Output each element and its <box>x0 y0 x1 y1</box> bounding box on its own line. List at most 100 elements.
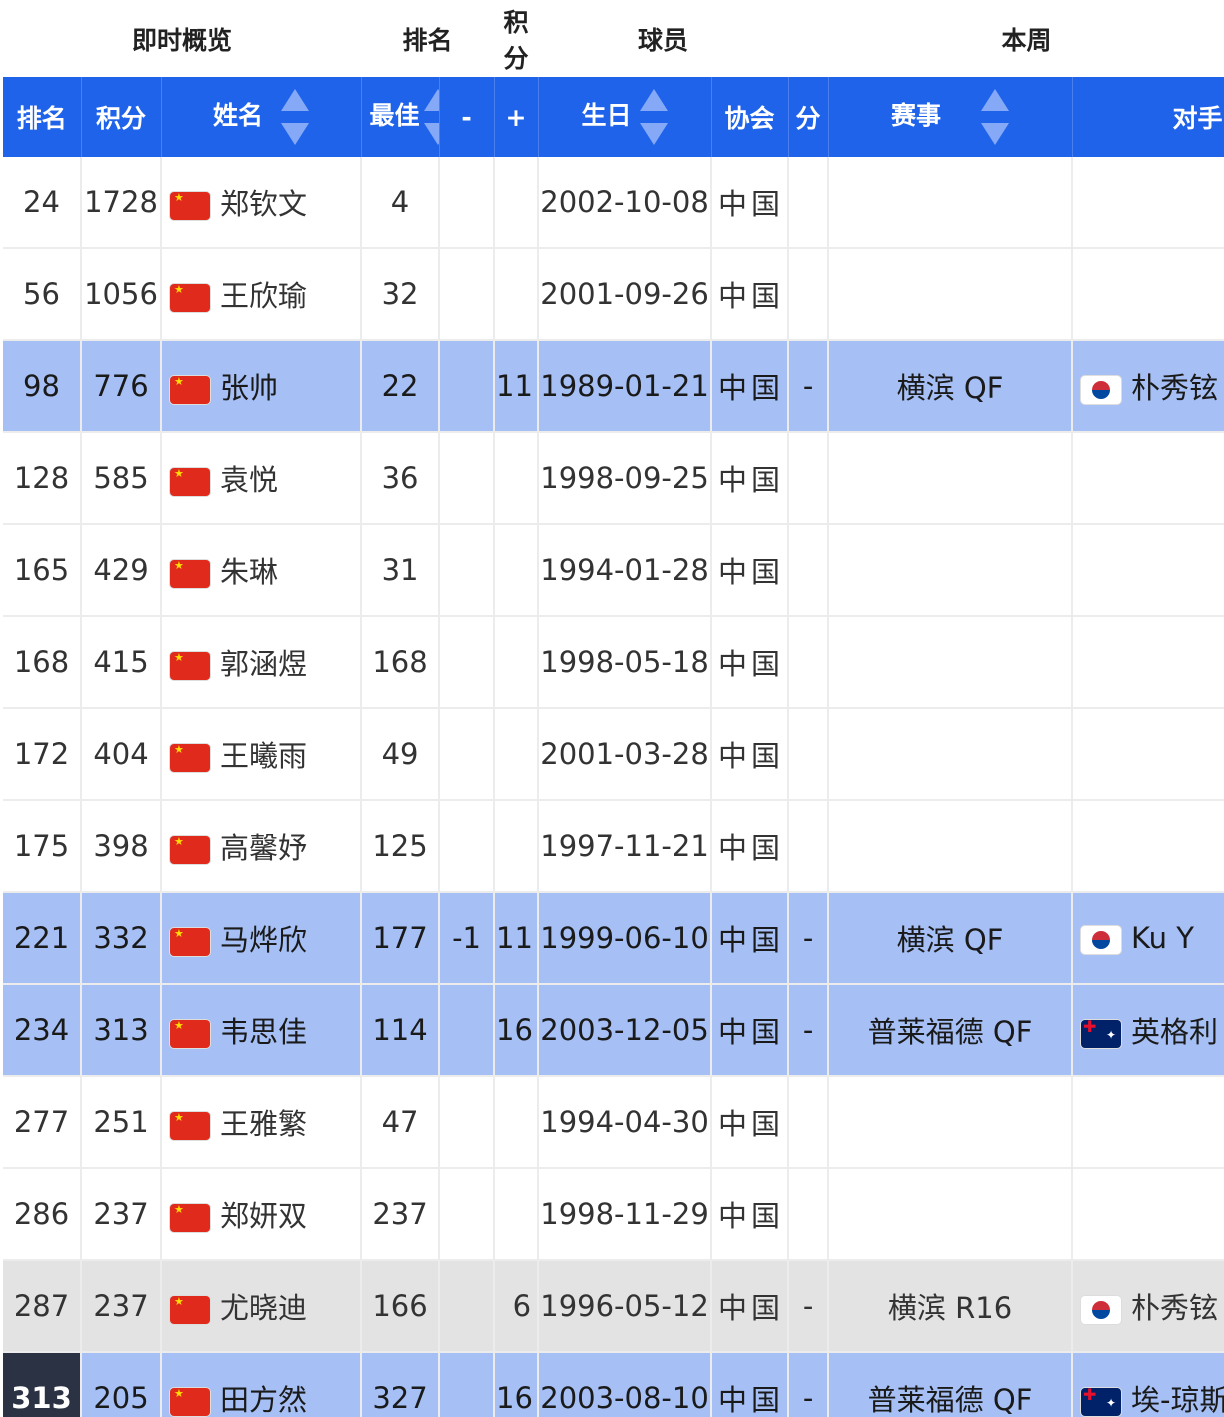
opponent-cell: 朴秀铉 <box>1072 1260 1224 1353</box>
column-birthday[interactable]: 生日 <box>538 77 712 157</box>
china-flag-icon <box>170 1112 210 1140</box>
minus-cell <box>439 340 496 433</box>
name-cell[interactable]: 王欣瑜 <box>161 248 363 341</box>
player-name[interactable]: 王曦雨 <box>220 739 307 773</box>
sort-icon[interactable] <box>639 89 668 145</box>
column-plus[interactable]: + <box>494 77 539 157</box>
points-cell: 237 <box>81 1260 162 1353</box>
sort-icon[interactable] <box>281 89 310 145</box>
best-cell: 327 <box>361 1352 441 1417</box>
rank-cell: 221 <box>3 892 82 985</box>
column-minus-label: - <box>461 102 472 132</box>
player-name[interactable]: 马烨欣 <box>220 923 307 957</box>
opponent-name[interactable]: Ku Y <box>1131 921 1194 955</box>
opponent-name[interactable]: 埃-琼斯 <box>1131 1383 1224 1417</box>
column-minus[interactable]: - <box>439 77 495 157</box>
name-cell[interactable]: 郑钦文 <box>161 157 363 249</box>
sort-icon[interactable] <box>981 89 1010 145</box>
china-flag-icon <box>170 192 210 220</box>
name-cell[interactable]: 王雅繁 <box>161 1076 363 1169</box>
player-name[interactable]: 郑妍双 <box>220 1199 307 1233</box>
birthday-cell: 1998-09-25 <box>538 432 713 525</box>
column-best[interactable]: 最佳 <box>361 77 440 157</box>
column-diff[interactable]: 分 <box>788 77 829 157</box>
table-row[interactable]: 98776 张帅 22 111989-01-21中国-横滨 QF 朴秀铉 <box>3 340 1224 433</box>
player-name[interactable]: 朱琳 <box>220 555 278 589</box>
china-flag-icon <box>170 284 210 312</box>
event-cell: 横滨 QF <box>828 892 1074 985</box>
super-header-row: 即时概览 排名 积分 球员 本周 <box>3 0 1224 77</box>
points-cell: 398 <box>81 800 162 893</box>
birthday-cell: 1998-11-29 <box>538 1168 713 1261</box>
player-name[interactable]: 郭涵煜 <box>220 647 307 681</box>
association-cell: 中国 <box>711 984 790 1077</box>
diff-cell <box>788 248 830 341</box>
china-flag-icon <box>170 376 210 404</box>
event-cell <box>828 524 1074 617</box>
name-cell[interactable]: 马烨欣 <box>161 892 363 985</box>
best-cell: 168 <box>361 616 441 709</box>
rank-cell: 175 <box>3 800 82 893</box>
diff-cell <box>788 157 830 249</box>
plus-cell <box>494 1076 540 1169</box>
event-cell: 普莱福德 QF <box>828 1352 1074 1417</box>
points-cell: 415 <box>81 616 162 709</box>
name-cell[interactable]: 郑妍双 <box>161 1168 363 1261</box>
column-event[interactable]: 赛事 <box>828 77 1073 157</box>
column-points[interactable]: 积分 <box>81 77 162 157</box>
table-row[interactable]: 561056 王欣瑜 32 2001-09-26中国 <box>3 248 1224 341</box>
name-cell[interactable]: 郭涵煜 <box>161 616 363 709</box>
table-row[interactable]: 287237 尤晓迪 166 61996-05-12中国-横滨 R16 朴秀铉 <box>3 1260 1224 1353</box>
points-cell: 237 <box>81 1168 162 1261</box>
table-row[interactable]: 165429 朱琳 31 1994-01-28中国 <box>3 524 1224 617</box>
name-cell[interactable]: 袁悦 <box>161 432 363 525</box>
name-cell[interactable]: 张帅 <box>161 340 363 433</box>
points-cell: 332 <box>81 892 162 985</box>
china-flag-icon <box>170 1388 210 1416</box>
korea-flag-icon <box>1081 926 1122 954</box>
opponent-name[interactable]: 英格利 <box>1131 1015 1218 1049</box>
rank-cell: 24 <box>3 157 82 249</box>
event-cell <box>828 1168 1074 1261</box>
table-row[interactable]: 172404 王曦雨 49 2001-03-28中国 <box>3 708 1224 801</box>
player-name[interactable]: 田方然 <box>220 1383 307 1417</box>
opponent-name[interactable]: 朴秀铉 <box>1131 1291 1218 1325</box>
column-opponent[interactable]: 对手 <box>1072 77 1224 157</box>
name-cell[interactable]: 尤晓迪 <box>161 1260 363 1353</box>
sort-icon[interactable] <box>423 89 439 145</box>
column-name[interactable]: 姓名 <box>161 77 362 157</box>
player-name[interactable]: 王雅繁 <box>220 1107 307 1141</box>
column-rank[interactable]: 排名 <box>3 77 82 157</box>
table-row[interactable]: 168415郭涵煜1681998-05-18中国 <box>3 616 1224 709</box>
minus-cell <box>439 708 496 801</box>
table-row[interactable]: 313205 田方然 327 162003-08-10中国-普莱福德 QF 埃-琼斯 <box>3 1352 1224 1417</box>
player-name[interactable]: 高馨妤 <box>220 831 307 865</box>
table-row[interactable]: 277251 王雅繁 47 1994-04-30中国 <box>3 1076 1224 1169</box>
table-row[interactable]: 175398 高馨妤 125 1997-11-21中国 <box>3 800 1224 893</box>
column-association[interactable]: 协会 <box>711 77 789 157</box>
table-row[interactable]: 128585 袁悦 36 1998-09-25中国 <box>3 432 1224 525</box>
table-row[interactable]: 241728 郑钦文 4 2002-10-08中国 <box>3 157 1224 249</box>
name-cell[interactable]: 王曦雨 <box>161 708 363 801</box>
name-cell[interactable]: 田方然 <box>161 1352 363 1417</box>
player-name[interactable]: 袁悦 <box>220 463 278 497</box>
name-cell[interactable]: 高馨妤 <box>161 800 363 893</box>
player-name[interactable]: 郑钦文 <box>220 187 307 221</box>
name-cell[interactable]: 韦思佳 <box>161 984 363 1077</box>
opponent-cell <box>1072 157 1224 249</box>
rank-cell: 286 <box>3 1168 82 1261</box>
player-name[interactable]: 韦思佳 <box>220 1015 307 1049</box>
australia-flag-icon <box>1081 1020 1122 1048</box>
association-cell: 中国 <box>711 340 790 433</box>
player-name[interactable]: 张帅 <box>220 371 278 405</box>
table-row[interactable]: 221332 马烨欣 177-1111999-06-10中国-横滨 QF Ku Y <box>3 892 1224 985</box>
opponent-name[interactable]: 朴秀铉 <box>1131 371 1218 405</box>
table-row[interactable]: 234313 韦思佳 114 162003-12-05中国-普莱福德 QF 英格利 <box>3 984 1224 1077</box>
opponent-cell: 朴秀铉 <box>1072 340 1224 433</box>
player-name[interactable]: 尤晓迪 <box>220 1291 307 1325</box>
name-cell[interactable]: 朱琳 <box>161 524 363 617</box>
opponent-cell <box>1072 1168 1224 1261</box>
player-name[interactable]: 王欣瑜 <box>220 279 307 313</box>
table-row[interactable]: 286237郑妍双2371998-11-29中国 <box>3 1168 1224 1261</box>
column-rank-label: 排名 <box>16 104 67 133</box>
